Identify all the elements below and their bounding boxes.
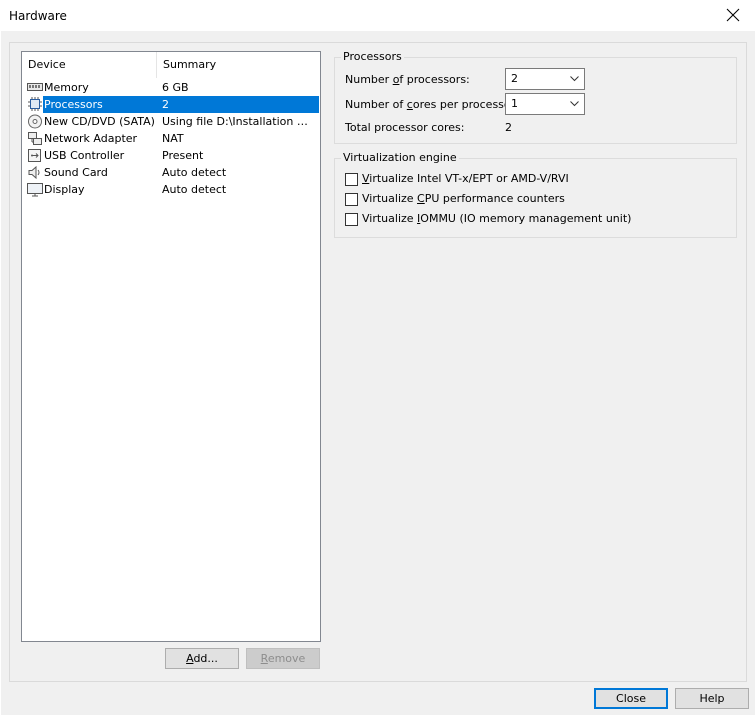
remove-button[interactable]: Remove [246,648,320,669]
device-summary: 6 GB [162,81,189,94]
device-rows: Memory 6 GB Processors 2 New CD/DVD (SAT… [22,79,320,198]
device-name: Network Adapter [44,132,138,145]
total-processor-cores-label: Total processor cores: [345,121,465,134]
dialog-body: Device Summary Memory 6 GB Processors 2 [1,31,755,715]
content-frame: Device Summary Memory 6 GB Processors 2 [9,42,747,682]
device-name: USB Controller [44,149,125,162]
device-row-sound-card[interactable]: Sound Card Auto detect [22,164,320,181]
column-header-summary[interactable]: Summary [157,52,320,78]
usb-icon [27,148,43,163]
cd-dvd-icon [27,114,43,129]
chevron-down-icon [570,101,579,107]
processor-icon [27,97,43,112]
device-row-cd-dvd[interactable]: New CD/DVD (SATA) Using file D:\Installa… [22,113,320,130]
device-name: New CD/DVD (SATA) [44,115,155,128]
device-name: Display [44,183,85,196]
column-header-device[interactable]: Device [22,52,157,78]
processors-group-title: Processors [341,50,404,63]
device-name: Processors [44,98,103,111]
title-bar: Hardware [0,0,756,31]
device-row-memory[interactable]: Memory 6 GB [22,79,320,96]
device-summary: Present [162,149,204,162]
cores-per-processor-select[interactable]: 1 [505,93,585,115]
device-row-network-adapter[interactable]: Network Adapter NAT [22,130,320,147]
close-icon [726,8,740,22]
number-of-processors-select[interactable]: 2 [505,68,585,90]
checkbox-box[interactable] [345,213,358,226]
device-summary: Using file D:\Installation files... [162,115,314,128]
monitor-icon [27,182,43,197]
checkbox-label: Virtualize Intel VT-x/EPT or AMD-V/RVI [362,172,569,185]
checkbox-label: Virtualize IOMMU (IO memory management u… [362,212,632,225]
cores-per-processor-label: Number of cores per processor: [345,98,519,111]
chevron-down-icon [570,76,579,82]
virtualization-group-title: Virtualization engine [341,151,459,164]
device-name: Memory [44,81,89,94]
processors-group: Processors Number of processors: 2 Numbe… [334,50,737,144]
device-summary: NAT [162,132,184,145]
device-row-usb-controller[interactable]: USB Controller Present [22,147,320,164]
virtualization-engine-group: Virtualization engine Virtualize Intel V… [334,151,737,238]
add-button[interactable]: Add... [165,648,239,669]
device-list[interactable]: Device Summary Memory 6 GB Processors 2 [21,51,321,642]
device-row-display[interactable]: Display Auto detect [22,181,320,198]
checkbox-box[interactable] [345,173,358,186]
total-processor-cores-value: 2 [505,121,512,134]
device-summary: Auto detect [162,183,227,196]
number-of-processors-label: Number of processors: [345,73,470,86]
device-summary: Auto detect [162,166,227,179]
window-title: Hardware [9,9,67,23]
device-row-processors[interactable]: Processors 2 [22,96,320,113]
device-summary: 2 [162,98,169,111]
device-name: Sound Card [44,166,108,179]
close-button[interactable]: Close [594,688,668,709]
memory-icon [27,80,43,95]
speaker-icon [27,165,43,180]
help-button[interactable]: Help [675,688,749,709]
checkbox-label: Virtualize CPU performance counters [362,192,565,205]
network-adapter-icon [27,131,43,146]
window-close-button[interactable] [710,0,756,31]
checkbox-box[interactable] [345,193,358,206]
